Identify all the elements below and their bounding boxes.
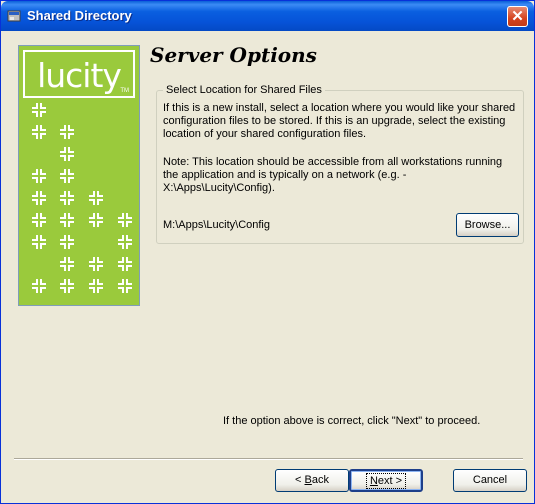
- plus-cross-icon: [60, 191, 74, 205]
- plus-cross-icon: [32, 279, 46, 293]
- plus-cross-icon: [32, 125, 46, 139]
- plus-cross-icon: [89, 279, 103, 293]
- plus-cross-icon: [32, 191, 46, 205]
- plus-cross-icon: [118, 213, 132, 227]
- plus-cross-icon: [60, 257, 74, 271]
- plus-cross-icon: [60, 235, 74, 249]
- back-label-prefix: <: [295, 474, 305, 486]
- browse-button[interactable]: Browse...: [456, 213, 519, 237]
- plus-cross-icon: [118, 279, 132, 293]
- note-text: Note: This location should be accessible…: [163, 156, 503, 194]
- cancel-button[interactable]: Cancel: [453, 469, 527, 492]
- shared-path-value: M:\Apps\Lucity\Config: [163, 219, 270, 231]
- plus-cross-icon: [89, 191, 103, 205]
- plus-cross-icon: [32, 235, 46, 249]
- plus-cross-icon: [89, 213, 103, 227]
- groupbox-label: Select Location for Shared Files: [163, 84, 325, 96]
- instructions-text: If this is a new install, select a locat…: [163, 102, 516, 140]
- next-mnemonic: N: [369, 475, 378, 487]
- plus-cross-icon: [32, 169, 46, 183]
- plus-cross-icon: [118, 257, 132, 271]
- setup-window-icon: [7, 10, 21, 22]
- plus-cross-icon: [60, 147, 74, 161]
- setup-dialog: Shared Directory ✕ lucity TM Server Opti…: [0, 0, 535, 504]
- plus-cross-icon: [60, 279, 74, 293]
- plus-cross-icon: [60, 213, 74, 227]
- back-mnemonic: B: [304, 474, 312, 486]
- next-button[interactable]: Next >: [349, 469, 423, 492]
- next-focus-ring: Next >: [365, 473, 407, 489]
- next-label-rest: ext >: [377, 475, 403, 487]
- plus-cross-icon: [32, 103, 46, 117]
- close-icon: ✕: [511, 8, 524, 25]
- plus-cross-icon: [60, 125, 74, 139]
- logo-text: lucity: [37, 56, 122, 95]
- lucity-banner: lucity TM: [18, 45, 140, 306]
- lucity-logo: lucity TM: [23, 50, 135, 98]
- divider: [14, 458, 523, 460]
- back-label-rest: ack: [311, 474, 329, 486]
- page-title: Server Options: [150, 43, 317, 67]
- window-title: Shared Directory: [27, 8, 132, 23]
- logo-trademark: TM: [120, 88, 129, 94]
- back-button[interactable]: < Back: [275, 469, 349, 492]
- plus-cross-icon: [118, 235, 132, 249]
- plus-cross-icon: [32, 213, 46, 227]
- proceed-text: If the option above is correct, click "N…: [223, 415, 481, 427]
- plus-cross-icon: [89, 257, 103, 271]
- title-bar[interactable]: Shared Directory ✕: [1, 1, 534, 31]
- close-button[interactable]: ✕: [507, 6, 528, 27]
- plus-cross-icon: [60, 169, 74, 183]
